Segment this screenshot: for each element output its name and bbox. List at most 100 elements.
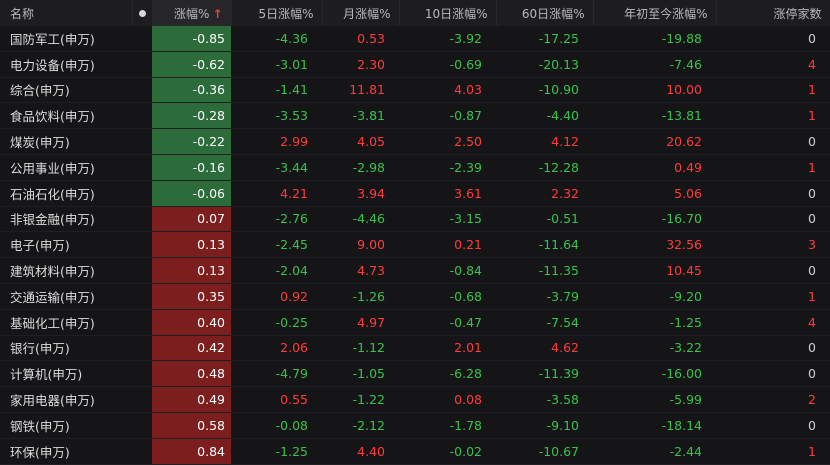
col-change-header[interactable]: 涨幅% ↑ — [152, 0, 232, 26]
chg-ytd-cell: 5.06 — [593, 180, 716, 207]
row-spacer — [132, 231, 152, 259]
limit-up-cell: 2 — [716, 386, 830, 413]
sector-name: 综合(申万) — [0, 77, 132, 104]
chg-ytd-cell: -16.00 — [593, 360, 716, 388]
chg10-cell: -1.78 — [399, 412, 496, 439]
row-spacer — [132, 154, 152, 181]
chg60-cell: 2.32 — [496, 180, 593, 207]
table-row[interactable]: 计算机(申万) 0.48 -4.79 -1.05 -6.28 -11.39 -16.00 0 — [0, 360, 830, 388]
chg60-cell: -9.10 — [496, 412, 593, 439]
sector-name: 基础化工(申万) — [0, 309, 132, 336]
table-row[interactable]: 石油石化(申万) -0.06 4.21 3.94 3.61 2.32 5.06 0 — [0, 180, 830, 207]
table-row[interactable]: 电子(申万) 0.13 -2.45 9.00 0.21 -11.64 32.56 3 — [0, 231, 830, 259]
chg-month-cell: 3.94 — [322, 180, 399, 207]
row-spacer — [132, 180, 152, 207]
col-name-header[interactable]: 名称 — [0, 0, 133, 26]
chg5-cell: 0.92 — [231, 283, 322, 310]
table-row[interactable]: 家用电器(申万) 0.49 0.55 -1.22 0.08 -3.58 -5.99 2 — [0, 386, 830, 413]
chg60-cell: 4.12 — [496, 128, 593, 155]
chg-month-cell: 4.05 — [322, 128, 399, 155]
chg-ytd-cell: -13.81 — [593, 102, 716, 130]
chg-month-cell: 0.53 — [322, 26, 399, 52]
change-cell: -0.85 — [152, 26, 231, 52]
table-row[interactable]: 环保(申万) 0.84 -1.25 4.40 -0.02 -10.67 -2.44 1 — [0, 438, 830, 465]
table-row[interactable]: 银行(申万) 0.42 2.06 -1.12 2.01 4.62 -3.22 0 — [0, 335, 830, 362]
chg-month-cell: -4.46 — [322, 206, 399, 233]
row-spacer — [132, 102, 152, 130]
change-cell: 0.35 — [152, 283, 231, 310]
row-spacer — [132, 335, 152, 362]
chg5-cell: -2.45 — [231, 231, 322, 259]
chg10-cell: -0.68 — [399, 283, 496, 310]
limit-up-cell: 4 — [716, 309, 830, 336]
chg60-cell: -10.67 — [496, 438, 593, 465]
table-row[interactable]: 建筑材料(申万) 0.13 -2.04 4.73 -0.84 -11.35 10.45 0 — [0, 257, 830, 284]
chg5-cell: 0.55 — [231, 386, 322, 413]
chg-ytd-cell: 10.45 — [593, 257, 716, 284]
limit-up-cell: 1 — [716, 102, 830, 130]
table-row[interactable]: 电力设备(申万) -0.62 -3.01 2.30 -0.69 -20.13 -7.46 4 — [0, 51, 830, 78]
chg5-cell: -2.04 — [231, 257, 322, 284]
chg60-cell: -4.40 — [496, 102, 593, 130]
chg-month-cell: -1.05 — [322, 360, 399, 388]
table-row[interactable]: 煤炭(申万) -0.22 2.99 4.05 2.50 4.12 20.62 0 — [0, 128, 830, 155]
table-row[interactable]: 公用事业(申万) -0.16 -3.44 -2.98 -2.39 -12.28 0.49 1 — [0, 154, 830, 181]
col-5d-header[interactable]: 5日涨幅% — [231, 0, 323, 26]
col-limitup-header[interactable]: 涨停家数 — [716, 0, 830, 26]
chg-ytd-cell: -9.20 — [593, 283, 716, 310]
col-limitup-label: 涨停家数 — [773, 6, 822, 21]
chg5-cell: -1.25 — [231, 438, 322, 465]
change-cell: 0.42 — [152, 335, 231, 362]
table-row[interactable]: 基础化工(申万) 0.40 -0.25 4.97 -0.47 -7.54 -1.25 4 — [0, 309, 830, 336]
chg-ytd-cell: 32.56 — [593, 231, 716, 259]
chg10-cell: -0.02 — [399, 438, 496, 465]
limit-up-cell: 1 — [716, 283, 830, 310]
table-row[interactable]: 钢铁(申万) 0.58 -0.08 -2.12 -1.78 -9.10 -18.14 0 — [0, 412, 830, 439]
chg-ytd-cell: 10.00 — [593, 77, 716, 104]
col-ytd-header[interactable]: 年初至今涨幅% — [593, 0, 717, 26]
sector-name: 煤炭(申万) — [0, 128, 132, 155]
table-row[interactable]: 国防军工(申万) -0.85 -4.36 0.53 -3.92 -17.25 -19.88 0 — [0, 26, 830, 52]
row-spacer — [132, 206, 152, 233]
limit-up-cell: 0 — [716, 412, 830, 439]
row-spacer — [132, 51, 152, 78]
col-60d-header[interactable]: 60日涨幅% — [496, 0, 594, 26]
chg10-cell: -6.28 — [399, 360, 496, 388]
chg10-cell: -0.69 — [399, 51, 496, 78]
change-cell: 0.13 — [152, 231, 231, 259]
col-settings-dot[interactable] — [132, 0, 152, 26]
col-month-header[interactable]: 月涨幅% — [322, 0, 400, 26]
chg10-cell: 4.03 — [399, 77, 496, 104]
chg5-cell: -1.41 — [231, 77, 322, 104]
chg-month-cell: -1.26 — [322, 283, 399, 310]
change-cell: -0.22 — [152, 128, 231, 155]
chg-ytd-cell: -5.99 — [593, 386, 716, 413]
chg10-cell: -3.15 — [399, 206, 496, 233]
change-cell: -0.62 — [152, 51, 231, 78]
sector-name: 电子(申万) — [0, 231, 132, 259]
limit-up-cell: 0 — [716, 128, 830, 155]
table-row[interactable]: 综合(申万) -0.36 -1.41 11.81 4.03 -10.90 10.00 1 — [0, 77, 830, 104]
chg60-cell: -7.54 — [496, 309, 593, 336]
chg5-cell: -3.01 — [231, 51, 322, 78]
chg60-cell: 4.62 — [496, 335, 593, 362]
chg-month-cell: -2.98 — [322, 154, 399, 181]
table-row[interactable]: 交通运输(申万) 0.35 0.92 -1.26 -0.68 -3.79 -9.20 1 — [0, 283, 830, 310]
row-spacer — [132, 77, 152, 104]
col-10d-header[interactable]: 10日涨幅% — [399, 0, 497, 26]
chg-ytd-cell: 20.62 — [593, 128, 716, 155]
sector-name: 石油石化(申万) — [0, 180, 132, 207]
row-spacer — [132, 128, 152, 155]
chg5-cell: -4.79 — [231, 360, 322, 388]
sector-name: 家用电器(申万) — [0, 386, 132, 413]
sector-name: 公用事业(申万) — [0, 154, 132, 181]
row-spacer — [132, 309, 152, 336]
change-cell: -0.36 — [152, 77, 231, 104]
table-row[interactable]: 非银金融(申万) 0.07 -2.76 -4.46 -3.15 -0.51 -16.70 0 — [0, 206, 830, 233]
chg10-cell: 3.61 — [399, 180, 496, 207]
table-row[interactable]: 食品饮料(申万) -0.28 -3.53 -3.81 -0.87 -4.40 -13.81 1 — [0, 102, 830, 130]
col-change-label: 涨幅% — [174, 6, 210, 21]
col-month-label: 月涨幅% — [343, 6, 391, 21]
chg-month-cell: -2.12 — [322, 412, 399, 439]
chg10-cell: 0.08 — [399, 386, 496, 413]
